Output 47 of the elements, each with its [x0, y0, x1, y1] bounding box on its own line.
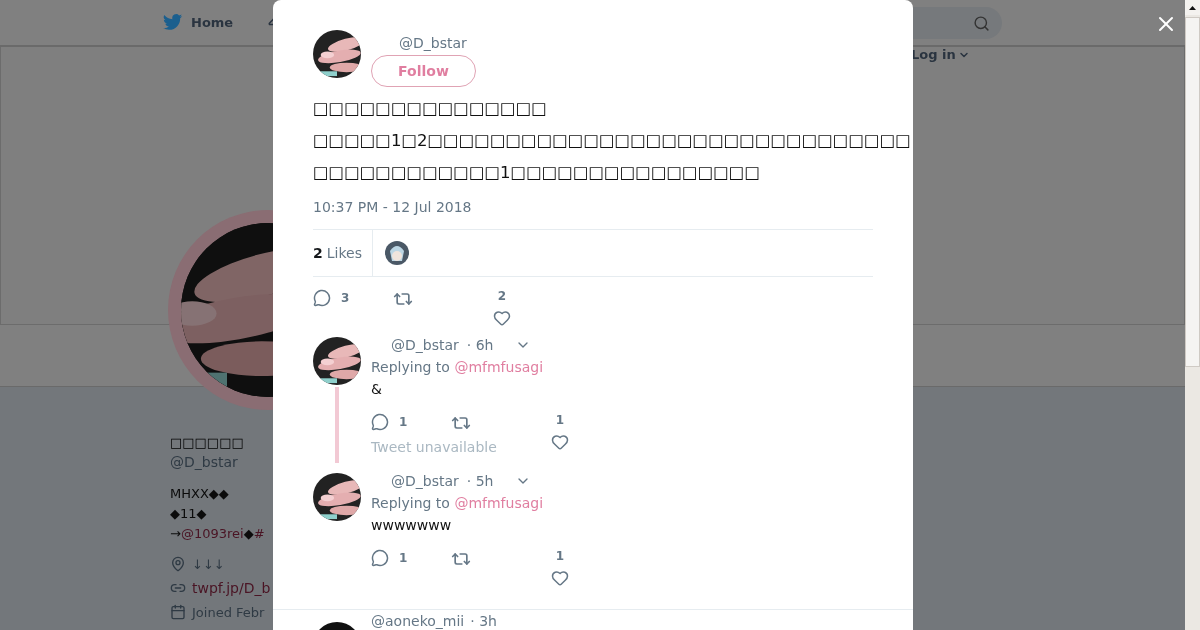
- search-icon: [973, 14, 990, 32]
- calendar-icon: [170, 604, 186, 620]
- location-icon: [170, 556, 186, 572]
- reply-text: &: [371, 381, 383, 397]
- like-count: 1: [555, 549, 565, 563]
- likes-count[interactable]: 2 Likes: [313, 230, 373, 276]
- replying-to: Replying to @mfmfusagi: [371, 495, 545, 511]
- tweet-time: 10:37 PM - 12 Jul 2018: [313, 199, 473, 215]
- reply-count: 1: [399, 415, 408, 429]
- reply-count: 3: [341, 291, 350, 305]
- like-icon[interactable]: [551, 433, 569, 451]
- mention-link[interactable]: @mfmfusagi: [454, 495, 544, 511]
- mention-link[interactable]: @mfmfusagi: [454, 359, 544, 375]
- like-count: 1: [555, 413, 565, 427]
- home-link[interactable]: Home: [163, 14, 234, 31]
- follow-button[interactable]: Follow: [371, 55, 476, 87]
- joined-date: Joined Febr: [192, 604, 265, 620]
- reply-count: 1: [399, 551, 408, 565]
- reply-time: · 5h: [466, 473, 494, 489]
- profile-name: □□□□□□: [170, 434, 244, 452]
- like-icon[interactable]: [493, 309, 511, 327]
- reply-handle[interactable]: @aoneko_mii: [371, 613, 465, 629]
- like-icon[interactable]: [551, 569, 569, 587]
- reply-handle[interactable]: @D_bstar: [391, 337, 459, 353]
- location-text: ↓↓↓: [192, 556, 225, 572]
- up-arrow-icon: [1189, 5, 1196, 10]
- reply-icon[interactable]: [371, 413, 389, 431]
- reply-text: wwwwwww: [371, 517, 453, 533]
- reply-icon[interactable]: [371, 549, 389, 567]
- bio-line: ◆11◆: [170, 505, 207, 523]
- replying-to: Replying to @mfmfusagi: [371, 359, 545, 375]
- profile-url[interactable]: twpf.jp/D_b: [192, 580, 271, 596]
- bio-link[interactable]: @1093rei: [180, 526, 244, 541]
- unavailable-note: Tweet unavailable: [371, 439, 497, 455]
- bio-link[interactable]: #: [253, 526, 265, 541]
- bio-line: →@1093rei◆#: [170, 525, 265, 543]
- scrollbar[interactable]: [1185, 0, 1200, 630]
- reply-icon[interactable]: [313, 289, 331, 307]
- reply-handle[interactable]: @D_bstar: [391, 473, 459, 489]
- like-count: 2: [497, 289, 507, 303]
- reply-time: · 3h: [470, 613, 497, 629]
- author-handle[interactable]: @D_bstar: [371, 35, 476, 51]
- bio-line: MHXX◆◆: [170, 485, 229, 503]
- reply-time: · 6h: [466, 337, 494, 353]
- bird-icon: [163, 14, 183, 31]
- profile-handle: @D_bstar: [170, 454, 238, 470]
- tweet-text: □□□□□□□□□□□□□□□ □□□□□1□2□□□□□□□□□□□□□□□□□□□□□□□□□□□□□□□ □□□□□□□□□□□□1□□□□□□□□□□□□□□□□: [313, 98, 911, 184]
